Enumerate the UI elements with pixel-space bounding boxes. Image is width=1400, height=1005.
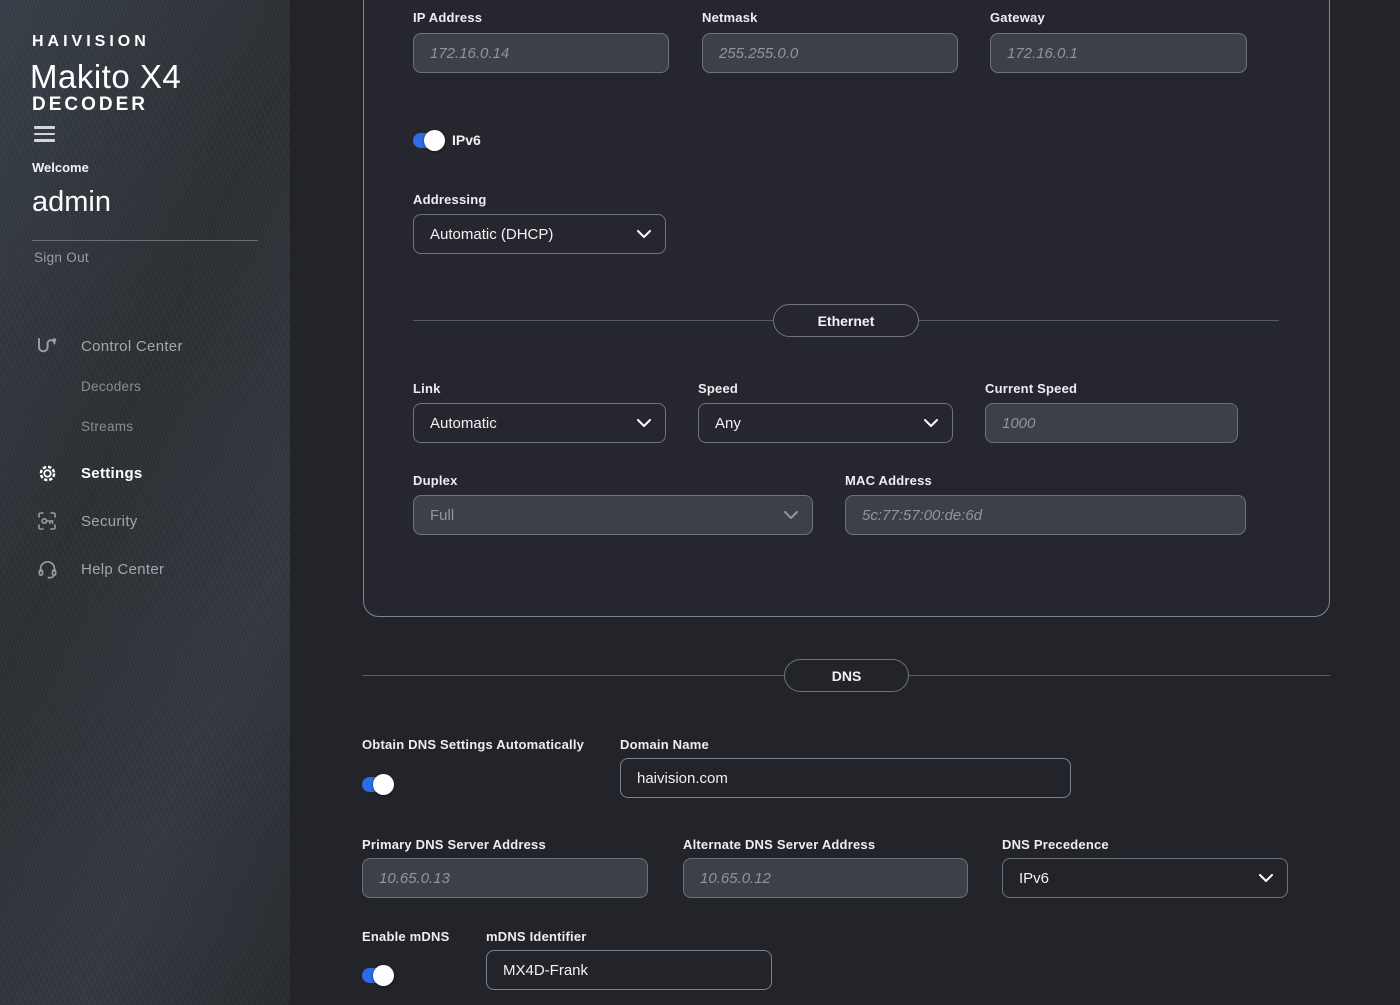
enable-mdns-label: Enable mDNS xyxy=(362,929,449,944)
duplex-select[interactable]: Full xyxy=(413,495,813,535)
dns-precedence-select[interactable]: IPv6 xyxy=(1002,858,1288,898)
chevron-down-icon xyxy=(924,419,938,427)
headset-icon xyxy=(36,558,58,580)
duplex-label: Duplex xyxy=(413,473,458,488)
current-speed-input[interactable] xyxy=(985,403,1238,443)
duplex-select-value: Full xyxy=(430,507,454,524)
haivision-logo: HAIVISION xyxy=(32,33,150,51)
alternate-dns-input[interactable] xyxy=(683,858,968,898)
addressing-label: Addressing xyxy=(413,192,487,207)
link-label: Link xyxy=(413,381,441,396)
sidebar-item-label: Streams xyxy=(81,419,133,434)
mdns-identifier-input[interactable] xyxy=(486,950,772,990)
username: admin xyxy=(32,186,111,219)
sidebar-item-control-center[interactable]: Control Center xyxy=(0,333,290,359)
domain-name-label: Domain Name xyxy=(620,737,709,752)
sidebar-item-decoders[interactable]: Decoders xyxy=(0,373,290,399)
ethernet-section-pill: Ethernet xyxy=(773,304,919,337)
obtain-dns-toggle[interactable] xyxy=(362,777,392,792)
ip-address-label: IP Address xyxy=(413,10,482,25)
mac-address-input[interactable] xyxy=(845,495,1246,535)
sidebar-item-label: Security xyxy=(81,513,138,530)
link-select[interactable]: Automatic xyxy=(413,403,666,443)
netmask-label: Netmask xyxy=(702,10,758,25)
speed-select[interactable]: Any xyxy=(698,403,953,443)
current-speed-label: Current Speed xyxy=(985,381,1077,396)
sidebar-divider xyxy=(32,240,258,241)
dns-precedence-label: DNS Precedence xyxy=(1002,837,1109,852)
product-name: Makito X4 xyxy=(30,58,181,96)
primary-dns-label: Primary DNS Server Address xyxy=(362,837,546,852)
toggle-knob xyxy=(373,965,394,986)
addressing-select-value: Automatic (DHCP) xyxy=(430,226,553,243)
ipv6-toggle[interactable] xyxy=(413,133,443,148)
sidebar-item-security[interactable]: Security xyxy=(0,508,290,534)
page: HAIVISION Makito X4 DECODER Welcome admi… xyxy=(0,0,1400,1005)
sidebar-item-label: Control Center xyxy=(81,338,183,355)
mdns-identifier-label: mDNS Identifier xyxy=(486,929,587,944)
chevron-down-icon xyxy=(637,419,651,427)
primary-dns-input[interactable] xyxy=(362,858,648,898)
route-icon xyxy=(36,335,58,357)
speed-select-value: Any xyxy=(715,415,741,432)
key-icon xyxy=(36,510,58,532)
sign-out-link[interactable]: Sign Out xyxy=(34,250,89,265)
chevron-down-icon xyxy=(784,511,798,519)
addressing-select[interactable]: Automatic (DHCP) xyxy=(413,214,666,254)
sidebar-item-help-center[interactable]: Help Center xyxy=(0,556,290,582)
netmask-input[interactable] xyxy=(702,33,958,73)
gear-icon xyxy=(36,462,58,484)
welcome-label: Welcome xyxy=(32,160,89,175)
dns-section-pill: DNS xyxy=(784,659,909,692)
dns-precedence-select-value: IPv6 xyxy=(1019,870,1049,887)
speed-label: Speed xyxy=(698,381,738,396)
toggle-knob xyxy=(373,774,394,795)
chevron-down-icon xyxy=(637,230,651,238)
sidebar-item-streams[interactable]: Streams xyxy=(0,413,290,439)
sidebar-item-settings[interactable]: Settings xyxy=(0,460,290,486)
alternate-dns-label: Alternate DNS Server Address xyxy=(683,837,875,852)
sidebar-item-label: Settings xyxy=(81,465,143,482)
ethernet-section-label: Ethernet xyxy=(818,313,875,329)
domain-name-input[interactable] xyxy=(620,758,1071,798)
obtain-dns-label: Obtain DNS Settings Automatically xyxy=(362,737,584,752)
gateway-input[interactable] xyxy=(990,33,1247,73)
toggle-knob xyxy=(424,130,445,151)
sidebar-item-label: Help Center xyxy=(81,561,164,578)
mac-address-label: MAC Address xyxy=(845,473,932,488)
chevron-down-icon xyxy=(1259,874,1273,882)
sidebar-item-label: Decoders xyxy=(81,379,141,394)
ip-address-input[interactable] xyxy=(413,33,669,73)
gateway-label: Gateway xyxy=(990,10,1045,25)
menu-icon[interactable] xyxy=(34,126,55,142)
ipv6-label: IPv6 xyxy=(452,132,481,148)
product-subtitle: DECODER xyxy=(32,94,148,116)
sidebar: HAIVISION Makito X4 DECODER Welcome admi… xyxy=(0,0,290,1005)
enable-mdns-toggle[interactable] xyxy=(362,968,392,983)
link-select-value: Automatic xyxy=(430,415,497,432)
dns-section-label: DNS xyxy=(832,668,862,684)
